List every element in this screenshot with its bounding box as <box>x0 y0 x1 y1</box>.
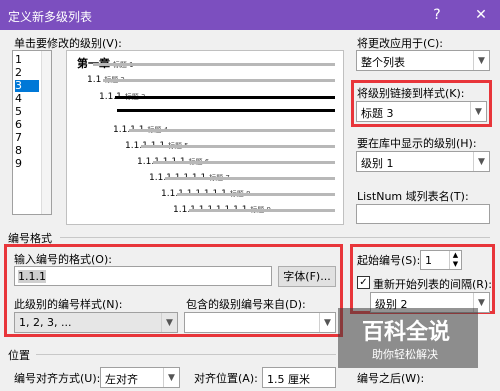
spin-up-icon[interactable]: ▲ <box>449 251 461 260</box>
section-divider <box>36 354 336 355</box>
level-select-label: 单击要修改的级别(V): <box>14 37 122 50</box>
include-level-label: 包含的级别编号来自(D): <box>186 298 306 311</box>
preview-line <box>115 96 335 99</box>
chevron-down-icon: ▼ <box>473 152 489 171</box>
restart-label: 重新开始列表的间隔(R): <box>373 278 492 291</box>
preview-line <box>177 193 335 196</box>
include-level-select[interactable]: ▼ <box>184 312 336 333</box>
level-item[interactable]: 3 <box>15 80 39 92</box>
level-item[interactable]: 7 <box>15 132 39 144</box>
preview-line <box>103 79 335 82</box>
preview-row-number: 1.1 <box>87 75 102 85</box>
chevron-down-icon: ▼ <box>319 313 335 332</box>
level-item[interactable]: 4 <box>15 93 39 105</box>
align-position-label: 对齐位置(A): <box>194 372 258 385</box>
help-icon[interactable]: ? <box>426 4 448 26</box>
gallery-level-value: 级别 1 <box>361 157 394 170</box>
preview-line <box>189 209 335 212</box>
preview-pane: 第一章 标题 11.1 标题 21.1.1 标题 31.1.1.1 标题 41.… <box>66 50 344 225</box>
format-label: 输入编号的格式(O): <box>14 253 112 266</box>
level-item[interactable]: 6 <box>15 119 39 131</box>
align-position-spinner[interactable]: 1.5 厘米 <box>262 367 336 388</box>
align-position-value: 1.5 厘米 <box>267 373 310 386</box>
chevron-down-icon: ▼ <box>163 368 179 387</box>
chevron-down-icon: ▼ <box>161 313 177 332</box>
chevron-down-icon: ▼ <box>473 51 489 70</box>
gallery-level-select[interactable]: 级别 1 ▼ <box>356 151 490 172</box>
close-icon[interactable]: ✕ <box>470 4 492 26</box>
watermark-subtitle: 助你轻松解决 <box>372 348 438 361</box>
start-at-value: 1 <box>425 254 432 267</box>
preview-line <box>129 129 335 132</box>
title-bar: 定义新多级列表 ? ✕ <box>0 0 500 30</box>
number-style-select[interactable]: 1, 2, 3, ... ▼ <box>14 312 178 333</box>
dialog-title: 定义新多级列表 <box>8 10 93 24</box>
level-item[interactable]: 9 <box>15 158 39 170</box>
level-item[interactable]: 2 <box>15 67 39 79</box>
section-divider <box>60 237 490 238</box>
link-style-label: 将级别链接到样式(K): <box>357 87 465 100</box>
apply-to-label: 将更改应用于(C): <box>357 37 443 50</box>
level-item[interactable]: 1 <box>15 54 39 66</box>
start-at-label: 起始编号(S): <box>357 254 421 267</box>
listnum-label: ListNum 域列表名(T): <box>357 190 469 203</box>
watermark: 百科全说 助你轻松解决 <box>338 308 478 368</box>
apply-to-value: 整个列表 <box>361 56 405 69</box>
format-input[interactable]: 1.1.1 <box>14 266 272 286</box>
level-item[interactable]: 5 <box>15 106 39 118</box>
gallery-level-label: 要在库中显示的级别(H): <box>357 137 477 150</box>
chevron-down-icon: ▼ <box>470 102 486 121</box>
format-value: 1.1.1 <box>18 270 46 283</box>
font-button[interactable]: 字体(F)... <box>278 266 336 287</box>
preview-line <box>93 63 335 66</box>
spin-down-icon[interactable]: ▼ <box>449 260 461 269</box>
link-style-value: 标题 3 <box>361 107 394 120</box>
preview-line <box>153 161 335 164</box>
align-value: 左对齐 <box>105 373 138 386</box>
position-section-title: 位置 <box>8 349 30 362</box>
restart-checkbox[interactable]: ✓ <box>357 276 370 289</box>
level-list[interactable]: 123456789 <box>12 50 52 215</box>
start-at-spinner[interactable]: 1 ▲ ▼ <box>420 250 462 270</box>
number-style-label: 此级别的编号样式(N): <box>14 298 123 311</box>
apply-to-select[interactable]: 整个列表 ▼ <box>356 50 490 71</box>
follow-label: 编号之后(W): <box>357 372 425 385</box>
number-style-value: 1, 2, 3, ... <box>19 316 72 329</box>
preview-line <box>165 177 335 180</box>
align-label: 编号对齐方式(U): <box>14 372 101 385</box>
preview-separator-line <box>117 109 335 112</box>
link-style-select[interactable]: 标题 3 ▼ <box>356 101 487 122</box>
level-list-scrollbar[interactable] <box>41 51 51 214</box>
checkmark-icon: ✓ <box>359 277 368 288</box>
watermark-title: 百科全说 <box>362 320 451 345</box>
align-select[interactable]: 左对齐 ▼ <box>100 367 180 388</box>
preview-line <box>141 145 335 148</box>
listnum-input[interactable] <box>356 204 490 224</box>
level-item[interactable]: 8 <box>15 145 39 157</box>
